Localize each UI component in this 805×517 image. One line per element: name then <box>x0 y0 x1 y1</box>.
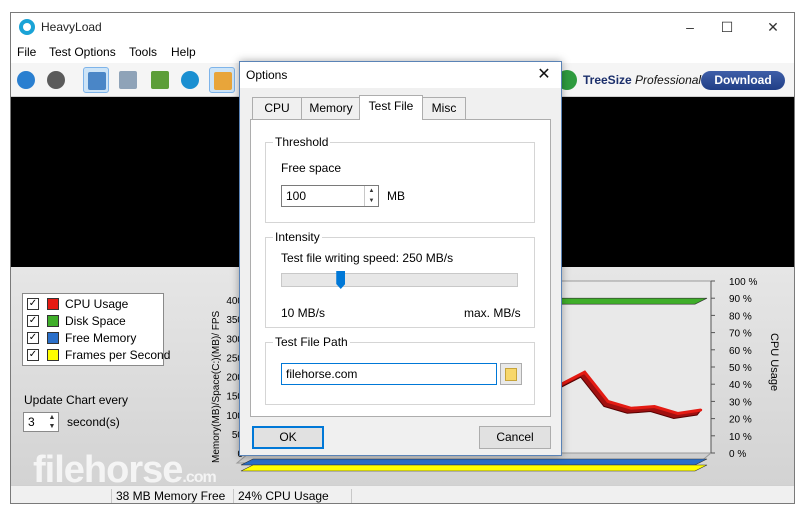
swatch-memory <box>47 332 59 344</box>
y-right-tick-label: 40 % <box>729 380 752 391</box>
checkbox-fps[interactable]: ✓ <box>27 349 39 361</box>
y-right-axis-label: CPU Usage <box>768 333 780 391</box>
y-right-tick-label: 30 % <box>729 397 752 408</box>
series-free-memory-ribbon <box>240 458 708 466</box>
threshold-title: Threshold <box>273 135 331 149</box>
dialog-title: Options <box>246 68 288 82</box>
y-right-tick-label: 100 % <box>729 277 757 288</box>
ok-button[interactable]: OK <box>252 426 324 449</box>
legend-item-cpu[interactable]: ✓ CPU Usage <box>27 296 163 312</box>
status-cpu: 24% CPU Usage <box>233 489 329 503</box>
tab-misc[interactable]: Misc <box>422 97 466 119</box>
legend-label-cpu: CPU Usage <box>65 297 129 311</box>
legend-label-memory: Free Memory <box>65 331 137 345</box>
swatch-fps <box>47 349 59 361</box>
y-left-axis-label: Memory(MB)/Space(C:)(MB)/ FPS <box>211 310 222 463</box>
update-interval-spinner[interactable]: ▲ ▼ <box>46 413 58 431</box>
swatch-cpu <box>47 298 59 310</box>
checkbox-cpu[interactable]: ✓ <box>27 298 39 310</box>
tab-memory[interactable]: Memory <box>301 97 361 119</box>
writing-speed-slider[interactable] <box>281 273 518 287</box>
legend-label-fps: Frames per Second <box>65 348 171 362</box>
status-empty <box>351 489 451 503</box>
chart-legend: ✓ CPU Usage ✓ Disk Space ✓ Free Memory ✓ Fra… <box>22 293 170 366</box>
browse-button[interactable] <box>500 363 522 385</box>
cpu-point <box>606 400 610 403</box>
options-dialog: Options ✕ CPU Memory Test File Misc Thre… <box>239 61 562 456</box>
y-right-tick-label: 50 % <box>729 363 752 374</box>
dialog-close-button[interactable]: ✕ <box>533 64 555 86</box>
tab-cpu[interactable]: CPU <box>252 97 302 119</box>
writing-speed-label: Test file writing speed: 250 MB/s <box>281 251 454 265</box>
cpu-point <box>630 407 633 410</box>
status-memory: 38 MB Memory Free <box>111 489 225 503</box>
cpu-point <box>653 405 656 408</box>
cancel-button[interactable]: Cancel <box>479 426 551 449</box>
cpu-point <box>583 370 586 374</box>
update-interval-unit: second(s) <box>67 415 120 429</box>
checkbox-disk[interactable]: ✓ <box>27 315 39 327</box>
test-file-path-group: Test File Path filehorse.com <box>265 335 535 405</box>
y-right-tick-label: 90 % <box>729 294 752 305</box>
tab-test-file[interactable]: Test File <box>359 95 423 120</box>
cpu-point <box>699 408 703 412</box>
free-space-spinner[interactable]: ▲ ▼ <box>364 186 378 206</box>
free-space-unit: MB <box>387 189 405 203</box>
y-right-tick-label: 70 % <box>729 329 752 340</box>
y-right-tick-label: 10 % <box>729 432 752 443</box>
threshold-group: Threshold Free space 100 ▲ ▼ MB <box>265 135 535 223</box>
test-file-path-input[interactable]: filehorse.com <box>281 363 497 385</box>
intensity-title: Intensity <box>273 230 322 244</box>
y-right-tick-label: 20 % <box>729 415 752 426</box>
slider-max-label: max. MB/s <box>464 306 521 320</box>
test-file-path-title: Test File Path <box>273 335 350 349</box>
watermark-suffix: .com <box>182 469 216 486</box>
status-bar: 38 MB Memory Free 24% CPU Usage <box>11 485 794 503</box>
legend-item-disk[interactable]: ✓ Disk Space <box>27 313 163 329</box>
y-right-tick-label: 60 % <box>729 346 752 357</box>
legend-label-disk: Disk Space <box>65 314 126 328</box>
intensity-group: Intensity Test file writing speed: 250 M… <box>265 230 535 328</box>
series-fps-ribbon <box>240 464 708 472</box>
test-file-panel: Threshold Free space 100 ▲ ▼ MB Intensity… <box>250 119 551 417</box>
folder-icon <box>505 368 517 381</box>
y-right-tick-label: 0 % <box>729 449 746 460</box>
cpu-point <box>676 412 679 415</box>
checkbox-memory[interactable]: ✓ <box>27 332 39 344</box>
y-right-tick-label: 80 % <box>729 311 752 322</box>
free-space-label: Free space <box>281 161 342 175</box>
update-interval-label: Update Chart every <box>24 393 129 407</box>
slider-min-label: 10 MB/s <box>281 306 326 320</box>
dialog-title-bar: Options ✕ <box>240 62 561 88</box>
swatch-disk <box>47 315 59 327</box>
legend-item-fps[interactable]: ✓ Frames per Second <box>27 347 170 363</box>
legend-item-memory[interactable]: ✓ Free Memory <box>27 330 163 346</box>
